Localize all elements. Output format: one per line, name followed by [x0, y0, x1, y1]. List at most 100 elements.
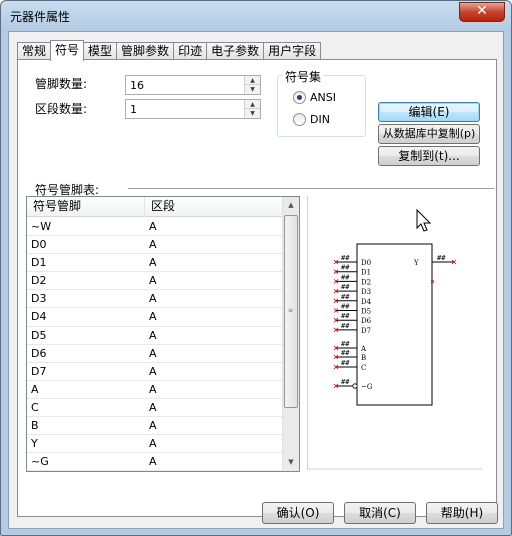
symbol-pin-cell: D0	[31, 238, 47, 252]
edit-button[interactable]: 编辑(E)	[378, 102, 480, 122]
dialog-client-area: 常规 符号 模型 管脚参数 印迹 电子参数 用户字段 管脚数量: 16 ▲ ▼ …	[8, 31, 504, 529]
symbol-pin-cell: D5	[31, 328, 47, 342]
pin-count-spin-arrows[interactable]: ▲ ▼	[244, 76, 260, 94]
pin-count-spinner[interactable]: 16 ▲ ▼	[125, 75, 261, 95]
pin-number: ##	[341, 273, 350, 281]
section-cell: A	[149, 382, 157, 396]
section-cell: A	[149, 292, 157, 306]
tab-pin-parameters[interactable]: 管脚参数	[116, 42, 175, 60]
pin-number: ##	[341, 340, 350, 348]
symbol-pin-cell: D7	[31, 364, 47, 378]
table-row[interactable]: D0 A	[27, 236, 283, 255]
scroll-up-icon[interactable]: ▲	[283, 197, 299, 214]
section-count-spin-arrows[interactable]: ▲ ▼	[244, 100, 260, 118]
radio-checked-icon[interactable]	[293, 91, 306, 104]
symbol-pin-cell: D2	[31, 274, 47, 288]
table-body: ~W A D0 A D1 A D2 A D3 A D4 A D5 A D6 A D7 A A A C A B A Y A ~G A	[27, 218, 283, 471]
pin-name: D4	[361, 298, 372, 306]
cancel-button[interactable]: 取消(C)	[344, 502, 416, 524]
table-row[interactable]: D5 A	[27, 327, 283, 345]
pin-number: ##	[341, 322, 350, 330]
table-row[interactable]: D1 A	[27, 254, 283, 273]
section-cell: A	[149, 274, 157, 288]
title-bar: 元器件属性 ✕	[1, 1, 511, 31]
section-cell: A	[149, 256, 157, 270]
tab-symbol[interactable]: 符号	[50, 40, 85, 61]
pin-name: D0	[361, 259, 371, 267]
spin-up-icon[interactable]: ▲	[245, 100, 260, 109]
copy-to-button[interactable]: 复制到(t)...	[378, 146, 480, 166]
pin-number: ##	[341, 264, 350, 272]
separator-line	[128, 188, 494, 189]
symbol-pin-cell: D6	[31, 346, 47, 360]
symbol-pin-cell: B	[31, 419, 39, 433]
vertical-scrollbar[interactable]: ▲ ≡ ▼	[282, 197, 299, 471]
section-cell: A	[149, 437, 157, 451]
table-row[interactable]: BA	[27, 417, 283, 436]
pin-number: ##	[341, 283, 350, 291]
section-cell: A	[149, 400, 157, 414]
symbol-pin-cell: A	[31, 382, 39, 396]
symbol-pin-cell: C	[31, 400, 39, 414]
section-cell: A	[149, 364, 157, 378]
table-row[interactable]: D7 A	[27, 363, 283, 381]
scrollbar-thumb[interactable]: ≡	[284, 215, 298, 408]
tab-model[interactable]: 模型	[83, 42, 118, 60]
copy-from-database-button[interactable]: 从数据库中复制(p)	[378, 124, 480, 144]
scroll-down-icon[interactable]: ▼	[283, 454, 299, 471]
section-count-spinner[interactable]: 1 ▲ ▼	[125, 99, 261, 119]
din-radio-option[interactable]: DIN	[293, 113, 330, 126]
pin-number: ##	[341, 293, 350, 301]
tab-strip: 常规 符号 模型 管脚参数 印迹 电子参数 用户字段	[17, 40, 322, 61]
section-count-label: 区段数量:	[35, 102, 88, 116]
pin-name: D5	[361, 308, 371, 316]
ok-button[interactable]: 确认(O)	[262, 502, 334, 524]
symbol-pin-table[interactable]: 符号管脚 区段 ~W A D0 A D1 A D2 A D3 A D4 A D5 A D6 A D7 A A A C A B…	[26, 196, 300, 472]
pin-number: ##	[341, 303, 350, 311]
section-cell: A	[149, 238, 157, 252]
section-cell: A	[149, 310, 157, 324]
pin-count-label: 管脚数量:	[35, 77, 88, 91]
column-header-symbol-pin[interactable]: 符号管脚	[27, 197, 145, 217]
grip-icon: ≡	[288, 307, 294, 314]
pin-name: D1	[361, 269, 371, 277]
table-row[interactable]: AA	[27, 381, 283, 399]
spin-down-icon[interactable]: ▼	[245, 85, 260, 94]
symbol-preview-canvas: ## D0 ## D1 ## D2 ## D3 ## D4 ## D5 ## D6 ## D7 ## A ## B ##…	[306, 196, 482, 470]
radio-unchecked-icon[interactable]	[293, 113, 306, 126]
table-row[interactable]: CA	[27, 399, 283, 418]
pin-name: D3	[361, 288, 371, 296]
pin-name: D6	[361, 317, 372, 325]
symbol-pin-cell: Y	[31, 437, 38, 451]
pin-name: A	[360, 345, 367, 353]
table-row[interactable]: ~W A	[27, 218, 283, 237]
pin-count-value: 16	[130, 79, 144, 92]
din-label: DIN	[310, 113, 330, 126]
pin-number: ##	[437, 254, 446, 262]
table-row[interactable]: ~G A	[27, 453, 283, 471]
table-row[interactable]: D2 A	[27, 272, 283, 291]
window-title: 元器件属性	[10, 10, 71, 24]
tab-footprint[interactable]: 印迹	[173, 42, 208, 60]
spin-up-icon[interactable]: ▲	[245, 76, 260, 85]
section-cell: A	[149, 220, 157, 233]
close-button[interactable]: ✕	[459, 2, 505, 22]
pin-name: B	[361, 354, 366, 362]
table-row[interactable]: YA	[27, 435, 283, 454]
inversion-bubble	[352, 383, 358, 389]
table-row[interactable]: D6 A	[27, 345, 283, 363]
table-row[interactable]: D4 A	[27, 308, 283, 327]
ansi-radio-option[interactable]: ANSI	[293, 91, 336, 104]
help-button[interactable]: 帮助(H)	[426, 502, 498, 524]
tab-general[interactable]: 常规	[17, 42, 52, 60]
tab-user-fields[interactable]: 用户字段	[263, 42, 322, 60]
ansi-label: ANSI	[310, 91, 336, 104]
pin-number: ##	[341, 254, 350, 262]
pin-number: ##	[341, 378, 350, 386]
tab-electronic-parameters[interactable]: 电子参数	[206, 42, 265, 60]
spin-down-icon[interactable]: ▼	[245, 109, 260, 118]
column-header-section[interactable]: 区段	[145, 197, 283, 217]
cursor-icon	[416, 208, 432, 232]
section-cell: A	[149, 419, 157, 433]
table-row[interactable]: D3 A	[27, 290, 283, 309]
